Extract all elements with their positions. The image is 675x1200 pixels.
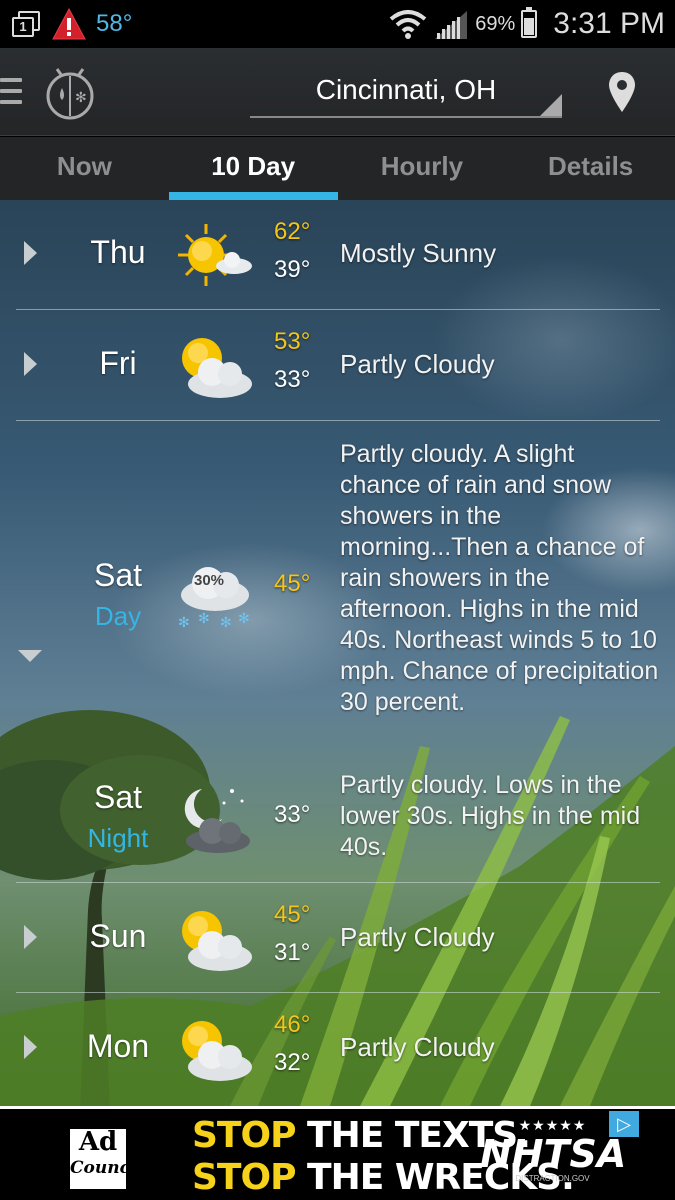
low-temp: 31° xyxy=(274,939,311,966)
app-bar: ✻ Cincinnati, OH xyxy=(0,48,675,136)
nhtsa-logo: ★★★★★ NHTSA DISTRACTION.GOV xyxy=(480,1117,627,1183)
day-label: Sat xyxy=(93,779,143,815)
adchoices-icon[interactable]: ▷ xyxy=(609,1111,639,1137)
ad-banner[interactable]: Ad Council STOP THE TEXTS. STOP THE WREC… xyxy=(0,1106,675,1200)
high-temp: 62° xyxy=(274,218,311,245)
high-temp: 46° xyxy=(274,1011,311,1038)
condition-text: Partly Cloudy xyxy=(340,349,495,379)
weatherbug-logo-icon[interactable]: ✻ xyxy=(44,68,96,120)
wifi-icon xyxy=(389,10,427,39)
mostly-sunny-icon xyxy=(178,224,252,286)
low-temp: 32° xyxy=(274,1049,311,1076)
status-bar: 1 58° 69% 3:31 PM xyxy=(0,0,675,48)
dropdown-caret-icon xyxy=(540,94,562,116)
rain-snow-icon: ✻ ✻ ✻ ✻ xyxy=(178,567,250,631)
partly-cloudy-night-icon xyxy=(184,789,250,853)
day-label: Thu xyxy=(90,234,146,270)
location-pin-icon[interactable] xyxy=(607,70,637,114)
tab-details[interactable]: Details xyxy=(506,137,675,200)
signal-icon xyxy=(435,11,468,39)
partly-cloudy-icon xyxy=(182,1021,252,1081)
notification-icon: 1 xyxy=(10,9,42,39)
collapse-arrow-icon[interactable] xyxy=(18,650,42,662)
condition-text: Mostly Sunny xyxy=(340,238,497,268)
forecast-row-fri[interactable]: Fri 53° 33° Partly Cloudy xyxy=(16,310,660,421)
expand-arrow-icon[interactable] xyxy=(24,352,37,376)
low-temp: 33° xyxy=(274,801,311,828)
menu-icon[interactable] xyxy=(0,78,22,104)
status-time: 3:31 PM xyxy=(553,7,665,40)
svg-text:✻: ✻ xyxy=(178,615,190,631)
location-dropdown[interactable]: Cincinnati, OH xyxy=(250,64,562,118)
svg-text:✻: ✻ xyxy=(220,615,232,631)
forecast-row-mon[interactable]: Mon 46° 32° Partly Cloudy xyxy=(16,993,660,1106)
low-temp: 39° xyxy=(274,256,311,283)
svg-text:✻: ✻ xyxy=(75,90,87,106)
precip-badge: 30% xyxy=(194,572,225,589)
location-name: Cincinnati, OH xyxy=(315,74,497,105)
expand-arrow-icon[interactable] xyxy=(24,1035,37,1059)
tab-now[interactable]: Now xyxy=(0,137,169,200)
day-label: Sat xyxy=(93,557,143,593)
partly-cloudy-icon xyxy=(182,911,252,971)
expand-arrow-icon[interactable] xyxy=(24,925,37,949)
day-label: Fri xyxy=(99,345,137,381)
day-label: Mon xyxy=(86,1028,150,1064)
forecast-row-thu[interactable]: Thu 62° 39° Mostly Sunny xyxy=(16,200,660,310)
forecast-list[interactable]: Thu 62° 39° Mostly Sunny Fri 53° 33° Par… xyxy=(0,200,675,1106)
high-temp: 45° xyxy=(274,570,311,597)
day-label: Sun xyxy=(89,918,147,954)
high-temp: 45° xyxy=(274,901,311,928)
tab-bar: Now 10 Day Hourly Details xyxy=(0,137,675,200)
tab-hourly[interactable]: Hourly xyxy=(338,137,507,200)
condition-text: Partly Cloudy xyxy=(340,1032,495,1062)
tab-10-day[interactable]: 10 Day xyxy=(168,137,338,200)
forecast-description: Partly cloudy. Lows in the lower 30s. Hi… xyxy=(340,771,641,861)
battery-icon xyxy=(521,7,538,38)
svg-text:✻: ✻ xyxy=(198,611,210,627)
forecast-row-sat-expanded[interactable]: Sat Day ✻ ✻ ✻ ✻ 30% 45° Partly cloudy. A sl… xyxy=(16,421,660,883)
period-label: Night xyxy=(87,823,149,853)
partly-cloudy-icon xyxy=(182,338,252,398)
condition-text: Partly Cloudy xyxy=(340,922,495,952)
high-temp: 53° xyxy=(274,328,311,355)
forecast-row-sun[interactable]: Sun 45° 31° Partly Cloudy xyxy=(16,883,660,993)
status-temperature: 58° xyxy=(96,10,133,37)
period-label: Day xyxy=(94,601,142,631)
alert-icon xyxy=(52,8,86,40)
ad-council-logo: Ad Council xyxy=(70,1129,143,1189)
low-temp: 33° xyxy=(274,366,311,393)
svg-text:✻: ✻ xyxy=(238,611,250,627)
expand-arrow-icon[interactable] xyxy=(24,241,37,265)
battery-percent: 69% xyxy=(475,12,516,35)
forecast-description: Partly cloudy. A slight chance of rain a… xyxy=(340,440,659,716)
